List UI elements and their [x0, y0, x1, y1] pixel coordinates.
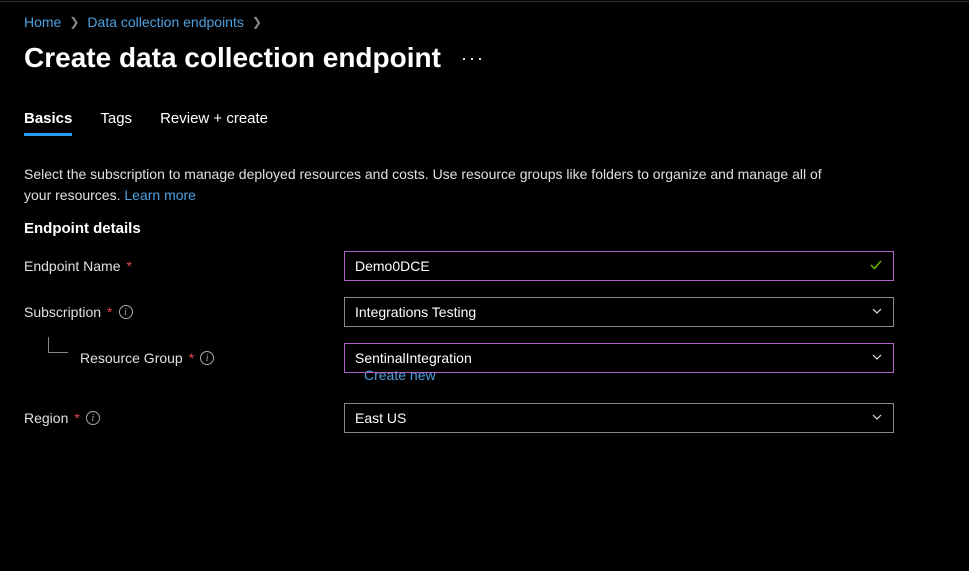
endpoint-name-label: Endpoint Name: [24, 258, 121, 274]
tabs: Basics Tags Review + create: [24, 110, 945, 136]
info-icon[interactable]: i: [86, 411, 100, 425]
resource-group-label: Resource Group: [80, 350, 183, 366]
breadcrumb: Home ❯ Data collection endpoints ❯: [24, 14, 945, 30]
description-text: Select the subscription to manage deploy…: [24, 164, 844, 206]
tab-review-create[interactable]: Review + create: [160, 110, 268, 136]
info-icon[interactable]: i: [200, 351, 214, 365]
endpoint-name-input[interactable]: Demo0DCE: [344, 251, 894, 281]
required-indicator: *: [74, 410, 79, 426]
chevron-right-icon: ❯: [252, 15, 262, 29]
page-title: Create data collection endpoint: [24, 42, 441, 74]
tab-tags[interactable]: Tags: [100, 110, 132, 136]
chevron-down-icon: [871, 350, 883, 366]
more-icon[interactable]: ···: [461, 48, 485, 69]
region-label: Region: [24, 410, 68, 426]
checkmark-icon: [869, 258, 883, 275]
learn-more-link[interactable]: Learn more: [124, 187, 196, 203]
required-indicator: *: [107, 304, 112, 320]
chevron-down-icon: [871, 304, 883, 320]
subscription-label: Subscription: [24, 304, 101, 320]
nesting-indicator: [48, 337, 68, 353]
breadcrumb-home[interactable]: Home: [24, 14, 61, 30]
tab-basics[interactable]: Basics: [24, 110, 72, 136]
region-select[interactable]: East US: [344, 403, 894, 433]
chevron-down-icon: [871, 410, 883, 426]
info-icon[interactable]: i: [119, 305, 133, 319]
chevron-right-icon: ❯: [69, 15, 79, 29]
required-indicator: *: [189, 350, 194, 366]
section-header: Endpoint details: [24, 220, 945, 237]
breadcrumb-dce[interactable]: Data collection endpoints: [87, 14, 243, 30]
subscription-select[interactable]: Integrations Testing: [344, 297, 894, 327]
resource-group-select[interactable]: SentinalIntegration: [344, 343, 894, 373]
required-indicator: *: [127, 258, 132, 274]
